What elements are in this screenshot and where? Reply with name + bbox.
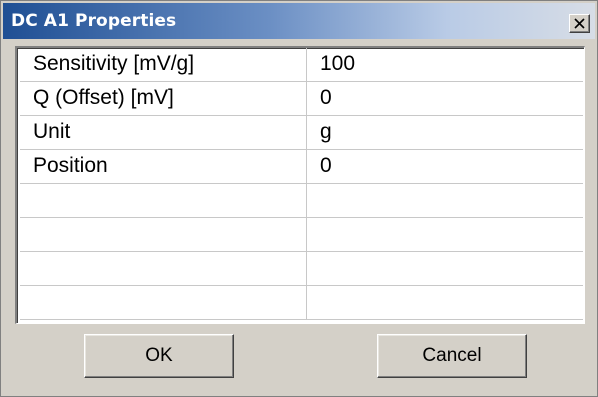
property-name: [20, 252, 307, 285]
property-row-unit[interactable]: Unit g: [20, 116, 583, 150]
cancel-button[interactable]: Cancel: [377, 334, 527, 378]
title-bar[interactable]: DC A1 Properties: [3, 3, 595, 39]
property-value[interactable]: 100: [307, 48, 583, 81]
property-row-empty[interactable]: [20, 286, 583, 320]
property-name: [20, 218, 307, 251]
property-name: Sensitivity [mV/g]: [20, 48, 307, 81]
property-grid: Sensitivity [mV/g] 100 Q (Offset) [mV] 0…: [15, 46, 585, 324]
property-name: Q (Offset) [mV]: [20, 82, 307, 115]
dialog-title: DC A1 Properties: [11, 11, 177, 31]
property-name: Position: [20, 150, 307, 183]
property-name: Unit: [20, 116, 307, 149]
close-icon: [574, 18, 585, 29]
ok-button[interactable]: OK: [84, 334, 234, 378]
property-value[interactable]: g: [307, 116, 583, 149]
property-value[interactable]: [307, 252, 583, 285]
property-row-empty[interactable]: [20, 252, 583, 286]
property-value[interactable]: 0: [307, 82, 583, 115]
property-row-offset[interactable]: Q (Offset) [mV] 0: [20, 82, 583, 116]
property-row-sensitivity[interactable]: Sensitivity [mV/g] 100: [20, 48, 583, 82]
property-name: [20, 184, 307, 217]
close-button[interactable]: [569, 14, 590, 33]
property-name: [20, 286, 307, 319]
property-row-empty[interactable]: [20, 218, 583, 252]
property-row-empty[interactable]: [20, 184, 583, 218]
property-row-position[interactable]: Position 0: [20, 150, 583, 184]
property-value[interactable]: 0: [307, 150, 583, 183]
property-value[interactable]: [307, 218, 583, 251]
property-value[interactable]: [307, 286, 583, 319]
properties-dialog: DC A1 Properties Sensitivity [mV/g] 100 …: [0, 0, 598, 397]
property-value[interactable]: [307, 184, 583, 217]
